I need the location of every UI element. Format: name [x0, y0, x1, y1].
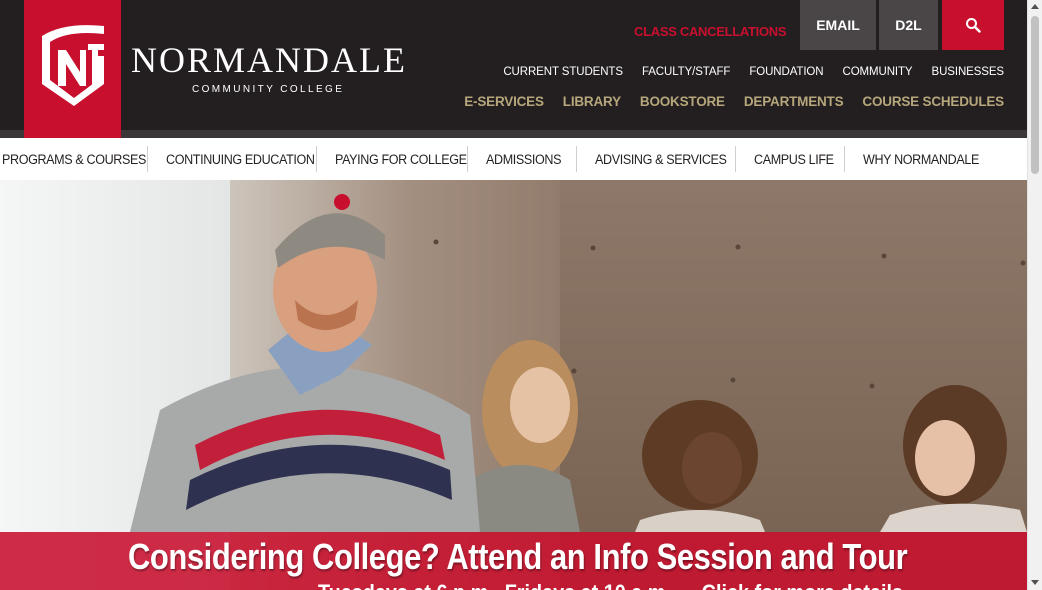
- class-cancellations-link[interactable]: CLASS CANCELLATIONS: [634, 24, 787, 39]
- vertical-scrollbar[interactable]: [1027, 0, 1042, 590]
- nav-divider: [576, 146, 577, 172]
- nc-shield-logo-icon: [42, 25, 104, 106]
- scroll-up-arrow-icon[interactable]: [1031, 4, 1039, 9]
- quick-links-nav: E-SERVICES LIBRARY BOOKSTORE DEPARTMENTS…: [464, 94, 1004, 109]
- search-icon: [966, 18, 981, 33]
- nav-e-services[interactable]: E-SERVICES: [464, 94, 544, 109]
- nav-library[interactable]: LIBRARY: [563, 94, 621, 109]
- logo-link[interactable]: [24, 0, 121, 138]
- nav-course-schedules[interactable]: COURSE SCHEDULES: [862, 94, 1004, 109]
- hero-banner[interactable]: Considering College? Attend an Info Sess…: [0, 180, 1027, 590]
- nav-paying-for-college[interactable]: PAYING FOR COLLEGE: [335, 138, 467, 180]
- audience-nav: CURRENT STUDENTS FACULTY/STAFF FOUNDATIO…: [503, 66, 1004, 78]
- brand-wordmark: NORMANDALE: [131, 40, 407, 80]
- hero-subtitle[interactable]: Tuesdays at 6 p.m., Fridays at 10 a.m. —…: [318, 580, 903, 590]
- nav-faculty-staff[interactable]: FACULTY/STAFF: [642, 66, 730, 78]
- nav-bookstore[interactable]: BOOKSTORE: [640, 94, 725, 109]
- nav-why-normandale[interactable]: WHY NORMANDALE: [863, 138, 979, 180]
- hero-title[interactable]: Considering College? Attend an Info Sess…: [128, 536, 908, 578]
- nav-continuing-education[interactable]: CONTINUING EDUCATION: [166, 138, 315, 180]
- d2l-button[interactable]: D2L: [879, 0, 938, 50]
- nav-businesses[interactable]: BUSINESSES: [932, 66, 1005, 78]
- header-stripe: [0, 130, 1027, 138]
- nav-departments[interactable]: DEPARTMENTS: [744, 94, 844, 109]
- nav-current-students[interactable]: CURRENT STUDENTS: [503, 66, 623, 78]
- main-nav: PROGRAMS & COURSES CONTINUING EDUCATION …: [0, 138, 1027, 180]
- site-header: NORMANDALE COMMUNITY COLLEGE CLASS CANCE…: [0, 0, 1027, 138]
- scrollbar-thumb[interactable]: [1031, 16, 1039, 174]
- nav-community[interactable]: COMMUNITY: [842, 66, 912, 78]
- nav-admissions[interactable]: ADMISSIONS: [486, 138, 561, 180]
- search-button[interactable]: [942, 0, 1004, 50]
- nav-foundation[interactable]: FOUNDATION: [749, 66, 823, 78]
- nav-campus-life[interactable]: CAMPUS LIFE: [754, 138, 834, 180]
- nav-divider: [735, 146, 736, 172]
- brand-subtitle: COMMUNITY COLLEGE: [192, 84, 345, 95]
- hero-photo-students: [130, 194, 1027, 532]
- nav-divider: [467, 146, 468, 172]
- scroll-down-arrow-icon[interactable]: [1031, 580, 1039, 585]
- nav-divider: [844, 146, 845, 172]
- page: NORMANDALE COMMUNITY COLLEGE CLASS CANCE…: [0, 0, 1042, 590]
- nav-divider: [316, 146, 317, 172]
- nav-programs-courses[interactable]: PROGRAMS & COURSES: [2, 138, 146, 180]
- nav-advising-services[interactable]: ADVISING & SERVICES: [595, 138, 727, 180]
- nav-divider: [147, 146, 148, 172]
- email-button[interactable]: EMAIL: [800, 0, 876, 50]
